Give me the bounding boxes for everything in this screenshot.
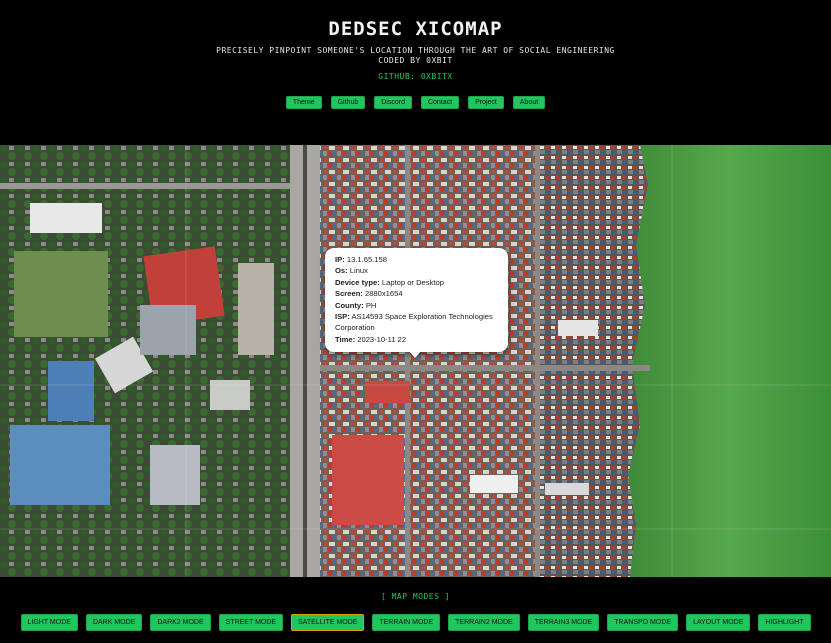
terrain3-mode-button[interactable]: TERRAIN3 MODE [527,614,600,631]
credit-line: CODED BY 0XBIT [378,56,453,65]
contact-button[interactable]: Contact [420,96,460,109]
github-link[interactable]: GITHUB: 0XBITX [0,72,831,81]
top-nav: Theme Github Discord Contact Project Abo… [0,96,831,109]
github-button[interactable]: Github [330,96,366,109]
popup-screen: Screen: 2880x1654 [335,289,403,299]
satellite-mode-button[interactable]: SATELLITE MODE [291,614,365,631]
popup-pointer [409,351,421,358]
satellite-map[interactable] [0,145,831,577]
project-button[interactable]: Project [468,96,504,109]
layout-mode-button[interactable]: LAYOUT MODE [686,614,751,631]
popup-isp: ISP: AS14593 Space Exploration Technolog… [335,312,493,333]
street-mode-button[interactable]: STREET MODE [218,614,284,631]
terrain-mode-button[interactable]: TERRAIN MODE [372,614,441,631]
popup-device: Device type: Laptop or Desktop [335,277,444,287]
about-button[interactable]: About [512,96,546,109]
popup-county: County: PH [335,300,377,310]
light-mode-button[interactable]: LIGHT MODE [20,614,78,631]
terrain2-mode-button[interactable]: TERRAIN2 MODE [448,614,520,631]
popup-time: Time: 2023-10-11 22 [335,334,407,344]
page-subtitle: PRECISELY PINPOINT SOMEONE'S LOCATION TH… [0,46,831,66]
theme-button[interactable]: Theme [285,96,322,109]
map-modes-title: [ MAP MODES ] [380,592,451,601]
discord-button[interactable]: Discord [374,96,412,109]
transpo-mode-button[interactable]: TRANSPO MODE [607,614,679,631]
popup-ip: IP: 13.1.65.158 [335,255,387,264]
satellite-imagery [0,145,831,577]
dark2-mode-button[interactable]: DARK2 MODE [150,614,211,631]
popup-os: Os: Linux [335,266,368,276]
dark-mode-button[interactable]: DARK MODE [85,614,143,631]
subtitle-line: PRECISELY PINPOINT SOMEONE'S LOCATION TH… [216,46,615,55]
highlight-button[interactable]: HIGHLIGHT [758,614,811,631]
map-modes-bar: LIGHT MODE DARK MODE DARK2 MODE STREET M… [0,614,831,631]
page-title: DEDSEC XICOMAP [328,18,503,40]
location-popup: IP: 13.1.65.158 Os: Linux Device type: L… [325,248,508,352]
